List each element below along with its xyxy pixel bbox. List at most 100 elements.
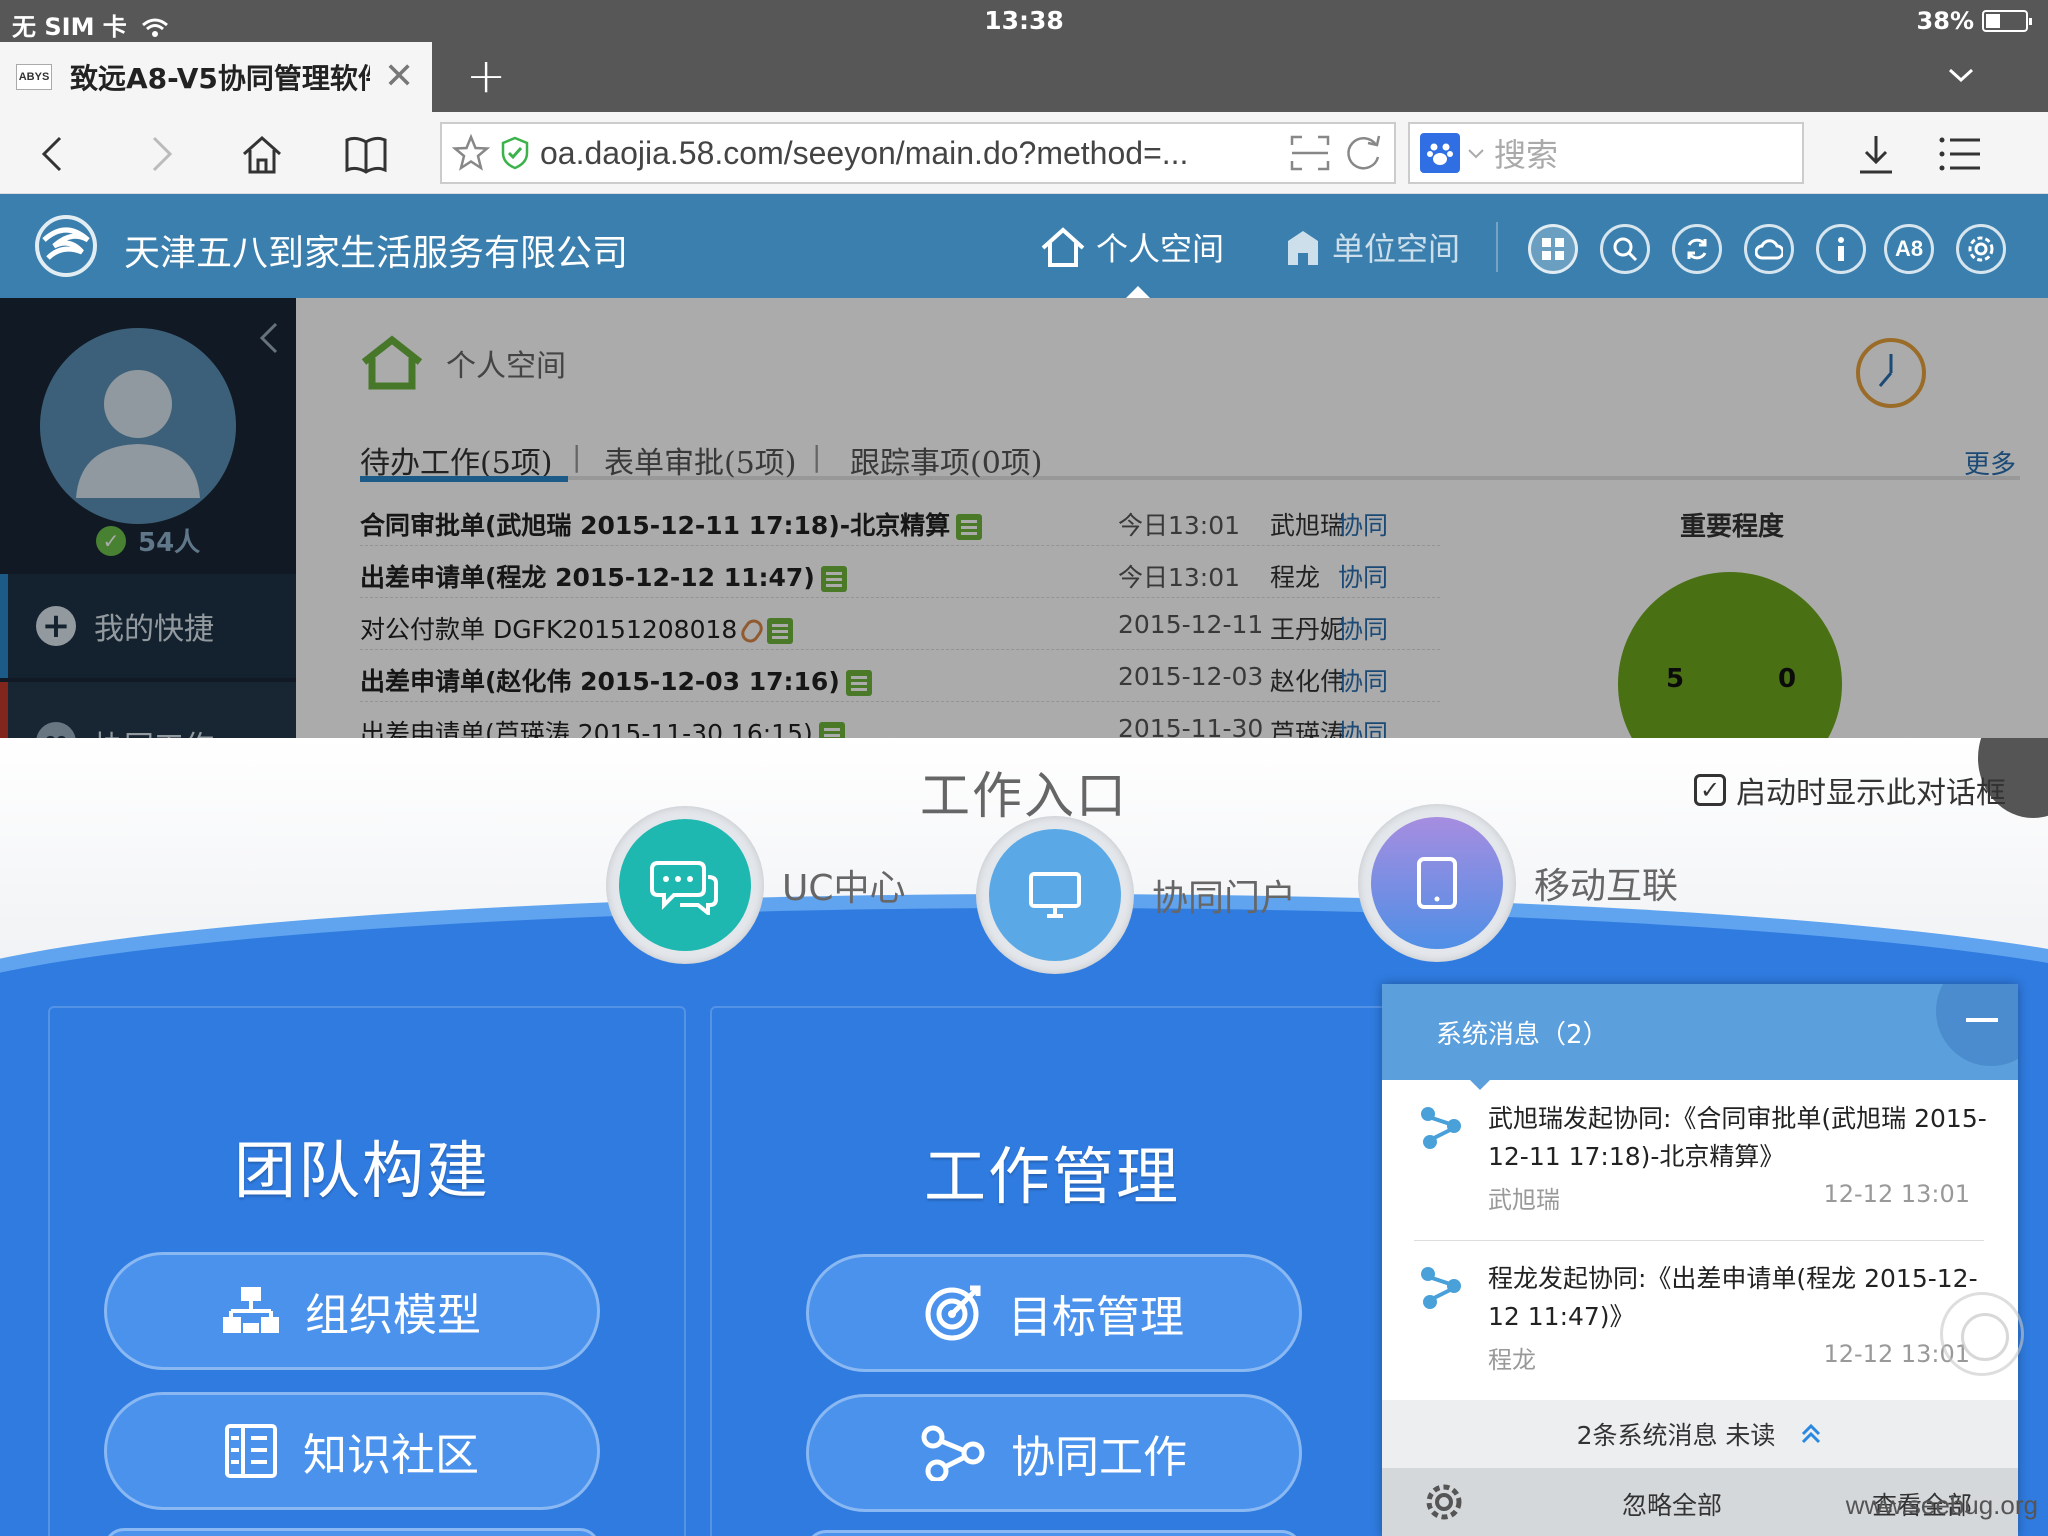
avatar[interactable]: [40, 328, 236, 524]
active-tab-underline: [360, 476, 568, 482]
row-type-link[interactable]: 协同: [1338, 506, 1388, 542]
entry-label: 移动互联: [1534, 866, 1679, 907]
collab-work-button[interactable]: 协同工作: [806, 1394, 1302, 1512]
unread-summary[interactable]: 2条系统消息 未读: [1382, 1400, 2018, 1468]
grid-icon[interactable]: [1528, 224, 1578, 274]
menu-list-icon[interactable]: [1938, 132, 1982, 176]
bookmarks-icon[interactable]: [344, 132, 388, 176]
form-icon: [767, 618, 794, 644]
row-type-link[interactable]: 协同: [1338, 714, 1388, 738]
download-icon[interactable]: [1854, 132, 1898, 176]
tab-form-approval[interactable]: 表单审批(5项): [604, 438, 797, 482]
nav-unit-space[interactable]: 单位空间: [1284, 224, 1460, 270]
table-row[interactable]: 合同审批单(武旭瑞 2015-12-11 17:18)-北京精算 今日13:01…: [360, 494, 1440, 546]
startup-checkbox[interactable]: ✓ 启动时显示此对话框: [1694, 768, 2006, 812]
tab-separator: |: [572, 440, 582, 473]
double-chevron-up-icon[interactable]: [1799, 1422, 1823, 1446]
table-row[interactable]: 出差申请单(赵化伟 2015-12-03 17:16) 2015-12-03 赵…: [360, 650, 1440, 702]
row-subject-text: 出差申请单(程龙 2015-12-12 11:47): [360, 563, 815, 592]
gear-icon[interactable]: [1424, 1482, 1464, 1522]
sidebar-item-shortcuts[interactable]: + 我的快捷: [0, 574, 296, 678]
nav-divider: [1496, 222, 1498, 272]
entry-label: 协同门户: [1152, 878, 1297, 919]
refresh-icon[interactable]: [1672, 224, 1722, 274]
importance-chart: 5 0: [1618, 572, 1842, 738]
search-field[interactable]: 搜索: [1408, 122, 1804, 184]
table-row[interactable]: 出差申请单(程龙 2015-12-12 11:47) 今日13:01 程龙 协同: [360, 546, 1440, 598]
battery-icon: [1982, 10, 2032, 32]
battery-percent: 38%: [1916, 7, 1974, 35]
form-icon: [845, 670, 872, 696]
message-item[interactable]: 武旭瑞发起协同:《合同审批单(武旭瑞 2015-12-11 17:18)-北京精…: [1382, 1080, 2018, 1240]
checkbox-checked-icon[interactable]: ✓: [1694, 774, 1726, 806]
row-type-link[interactable]: 协同: [1338, 610, 1388, 646]
scan-icon[interactable]: [1288, 133, 1332, 173]
home-icon[interactable]: [240, 132, 284, 176]
browser-tab[interactable]: ABYS 致远A8-V5协同管理软件 ✕: [0, 42, 432, 112]
message-header: 系统消息（2）: [1382, 984, 2018, 1080]
paperclip-icon: [738, 616, 767, 646]
tab-tracking[interactable]: 跟踪事项(0项): [850, 438, 1043, 482]
next-button-partial[interactable]: [806, 1530, 1302, 1536]
home-icon: [1041, 227, 1085, 267]
ios-status-bar: 无 SIM 卡 13:38 38%: [0, 0, 2048, 42]
collapse-sidebar-icon[interactable]: [254, 318, 284, 358]
row-date: 2015-11-30: [1118, 714, 1264, 738]
ignore-all-button[interactable]: 忽略全部: [1622, 1486, 1722, 1522]
address-bar[interactable]: oa.daojia.58.com/seeyon/main.do?method=.…: [440, 122, 1396, 184]
star-icon[interactable]: [452, 134, 490, 172]
cloud-icon[interactable]: [1744, 224, 1794, 274]
new-tab-button[interactable]: +: [466, 52, 506, 100]
forward-icon[interactable]: [138, 132, 182, 176]
baidu-paw-icon[interactable]: [1420, 133, 1460, 173]
importance-title: 重要程度: [1680, 512, 1785, 542]
browser-tab-strip: ABYS 致远A8-V5协同管理软件 ✕ +: [0, 42, 2048, 112]
collab-icon: [921, 1425, 985, 1481]
row-subject[interactable]: 对公付款单 DGFK20151208018: [360, 610, 794, 646]
row-subject[interactable]: 出差申请单(芦瑛涛 2015-11-30 16:15): [360, 714, 845, 738]
chevron-down-icon[interactable]: [1466, 143, 1486, 163]
knowledge-community-button[interactable]: 知识社区: [104, 1392, 600, 1510]
entry-uc-center[interactable]: UC中心: [606, 806, 906, 964]
row-date: 2015-12-11: [1118, 610, 1264, 639]
online-status: ✓ 54人: [96, 522, 200, 559]
tablet-icon: [1371, 817, 1503, 949]
next-button-partial[interactable]: [104, 1528, 600, 1536]
chevron-down-icon[interactable]: [1946, 60, 1976, 90]
gear-icon[interactable]: [1956, 224, 2006, 274]
row-subject[interactable]: 合同审批单(武旭瑞 2015-12-11 17:18)-北京精算: [360, 506, 983, 542]
favicon-icon: ABYS: [16, 64, 52, 90]
nav-personal-space[interactable]: 个人空间: [1040, 224, 1224, 270]
message-item[interactable]: 程龙发起协同:《出差申请单(程龙 2015-12-12 11:47)》 程龙 1…: [1382, 1240, 2018, 1400]
close-tab-icon[interactable]: ✕: [384, 59, 414, 95]
row-type-link[interactable]: 协同: [1338, 558, 1388, 594]
entry-mobile[interactable]: 移动互联: [1358, 804, 1678, 962]
more-link[interactable]: 更多: [1964, 444, 2016, 481]
entry-label: UC中心: [782, 868, 906, 909]
entry-collab-portal[interactable]: 协同门户: [976, 816, 1296, 974]
entry-icon-ring: [1358, 804, 1516, 962]
table-row[interactable]: 出差申请单(芦瑛涛 2015-11-30 16:15) 2015-11-30 芦…: [360, 702, 1440, 738]
reload-icon[interactable]: [1342, 133, 1386, 173]
row-sender: 王丹妮: [1270, 615, 1346, 644]
nav-personal-space-label: 个人空间: [1096, 230, 1225, 268]
table-row[interactable]: 对公付款单 DGFK20151208018 2015-12-11 王丹妮 协同: [360, 598, 1440, 650]
search-icon[interactable]: [1600, 224, 1650, 274]
row-subject[interactable]: 出差申请单(程龙 2015-12-12 11:47): [360, 558, 847, 594]
nav-unit-space-label: 单位空间: [1332, 230, 1461, 268]
assistive-touch-button[interactable]: [1940, 1292, 2024, 1376]
row-type-link[interactable]: 协同: [1338, 662, 1388, 698]
row-subject[interactable]: 出差申请单(赵化伟 2015-12-03 17:16): [360, 662, 872, 698]
section-title-team: 团队构建: [234, 1134, 491, 1207]
goal-management-button[interactable]: 目标管理: [806, 1254, 1302, 1372]
org-model-button[interactable]: 组织模型: [104, 1252, 600, 1370]
info-icon[interactable]: [1816, 224, 1866, 274]
back-icon[interactable]: [32, 132, 76, 176]
battery-status: 38%: [1916, 7, 2032, 35]
a8-icon[interactable]: A8: [1884, 224, 1934, 274]
battery-fill: [1986, 14, 2001, 28]
online-count: 54人: [138, 528, 201, 558]
minimize-icon[interactable]: [1936, 984, 2018, 1066]
unread-text: 2条系统消息 未读: [1576, 1421, 1776, 1450]
browser-toolbar: oa.daojia.58.com/seeyon/main.do?method=.…: [0, 112, 2048, 194]
